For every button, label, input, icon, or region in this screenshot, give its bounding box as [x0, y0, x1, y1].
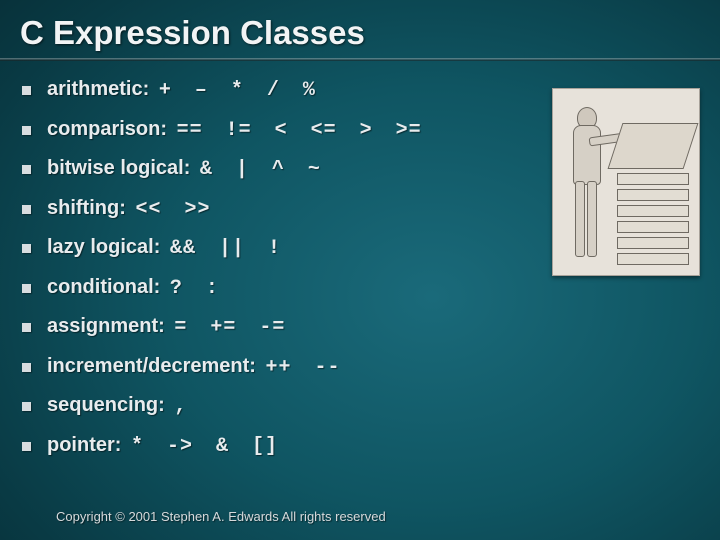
square-bullet-icon: [22, 284, 31, 293]
slide-title: C Expression Classes: [20, 14, 365, 52]
item-text: shifting: << >>: [47, 197, 210, 221]
illustration-cabinet-icon: [615, 123, 689, 263]
item-label: comparison:: [47, 118, 167, 140]
square-bullet-icon: [22, 363, 31, 372]
square-bullet-icon: [22, 402, 31, 411]
item-operators: ? :: [170, 277, 219, 300]
square-bullet-icon: [22, 244, 31, 253]
list-item: sequencing: ,: [22, 394, 700, 418]
square-bullet-icon: [22, 86, 31, 95]
item-text: increment/decrement: ++ --: [47, 355, 341, 379]
copyright-footer: Copyright © 2001 Stephen A. Edwards All …: [56, 509, 386, 524]
item-label: assignment:: [47, 315, 165, 337]
item-label: sequencing:: [47, 394, 165, 416]
list-item: conditional: ? :: [22, 276, 700, 300]
item-operators: ++ --: [266, 356, 341, 379]
item-operators: + – * / %: [159, 79, 316, 102]
square-bullet-icon: [22, 126, 31, 135]
item-label: shifting:: [47, 197, 126, 219]
item-label: arithmetic:: [47, 78, 149, 100]
item-operators: && || !: [170, 237, 281, 260]
item-text: sequencing: ,: [47, 394, 187, 418]
item-label: pointer:: [47, 434, 121, 456]
list-item: assignment: = += -=: [22, 315, 700, 339]
item-operators: & | ^ ~: [200, 158, 321, 181]
illustration-person-icon: [567, 107, 607, 257]
item-text: lazy logical: && || !: [47, 236, 281, 260]
item-text: conditional: ? :: [47, 276, 219, 300]
list-item: increment/decrement: ++ --: [22, 355, 700, 379]
item-operators: == != < <= > >=: [177, 119, 422, 142]
item-operators: ,: [174, 395, 187, 418]
item-text: pointer: * -> & []: [47, 434, 278, 458]
title-divider: [0, 58, 720, 61]
square-bullet-icon: [22, 323, 31, 332]
square-bullet-icon: [22, 205, 31, 214]
item-text: bitwise logical: & | ^ ~: [47, 157, 321, 181]
item-label: lazy logical:: [47, 236, 160, 258]
illustration-woodcut: [552, 88, 700, 276]
item-operators: = += -=: [174, 316, 285, 339]
item-label: increment/decrement:: [47, 355, 256, 377]
item-text: arithmetic: + – * / %: [47, 78, 316, 102]
item-operators: << >>: [135, 198, 210, 221]
square-bullet-icon: [22, 165, 31, 174]
item-operators: * -> & []: [131, 435, 278, 458]
list-item: pointer: * -> & []: [22, 434, 700, 458]
item-text: assignment: = += -=: [47, 315, 285, 339]
item-label: conditional:: [47, 276, 160, 298]
item-label: bitwise logical:: [47, 157, 190, 179]
item-text: comparison: == != < <= > >=: [47, 118, 422, 142]
square-bullet-icon: [22, 442, 31, 451]
